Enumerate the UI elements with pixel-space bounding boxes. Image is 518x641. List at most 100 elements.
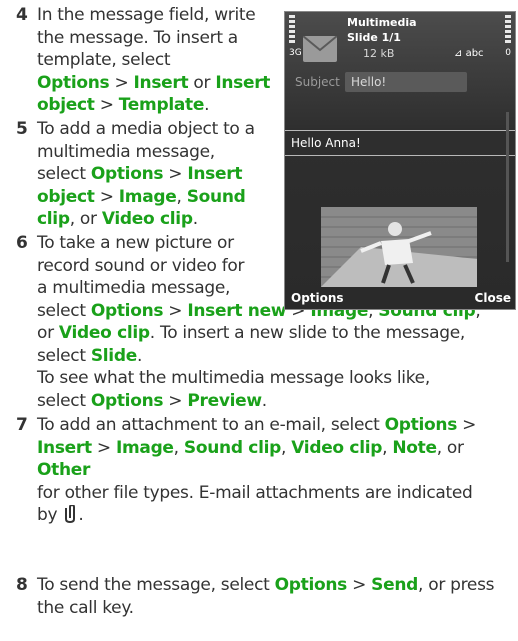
envelope-icon (302, 35, 338, 62)
step-number: 7 (16, 415, 28, 435)
step-4: 4 In the message field, write the message.… (16, 4, 276, 117)
text-line: Options > Insert or Insert (37, 72, 276, 95)
text-segment: or (37, 323, 59, 343)
text-line: for other file types. E-mail attachments… (37, 482, 516, 505)
menu-command: Options (384, 415, 458, 435)
text-segment: To take a new picture or (37, 233, 234, 253)
subject-value: Hello! (351, 75, 387, 89)
text-line: multimedia message, (37, 141, 276, 164)
text-segment: . (204, 95, 210, 115)
signal-strength-icon (289, 15, 295, 45)
input-mode-label: abc (465, 48, 484, 59)
text-segment: for other file types. E-mail attachments… (37, 482, 473, 503)
text-segment: To see what the multimedia message looks… (37, 368, 430, 388)
step-text: In the message field, write the message. … (37, 4, 276, 117)
text-segment: > (94, 95, 119, 115)
text-segment: . (261, 390, 267, 411)
step-text: To send the message, select Options > Se… (37, 574, 516, 619)
text-segment: . (136, 345, 143, 366)
text-line: object > Image, Sound (37, 186, 276, 209)
text-line: To add an attachment to an e-mail, selec… (37, 414, 516, 437)
menu-command: Options (90, 390, 164, 411)
subject-label: Subject (295, 75, 340, 89)
text-segment: multimedia message, (37, 141, 215, 162)
battery-level-value: 0 (505, 48, 511, 58)
text-segment: the message. To insert a (37, 27, 238, 48)
message-size: 12 kB (363, 47, 395, 60)
text-segment: select (37, 390, 91, 411)
menu-command: Insert new (187, 300, 287, 321)
text-segment: In the message field, write (37, 5, 256, 25)
text-segment: record sound or video for (37, 255, 245, 276)
menu-command: Template (118, 95, 205, 115)
text-segment: . To insert a new slide to the message, (149, 323, 465, 343)
menu-command: Insert (37, 437, 92, 458)
inserted-image[interactable] (321, 207, 477, 287)
text-line: To send the message, select Options > Se… (37, 574, 516, 597)
message-title: Multimedia (347, 16, 417, 29)
text-segment: , (173, 437, 184, 458)
input-mode-indicator: ⊿ abc (454, 48, 484, 59)
subject-row[interactable]: Subject Hello! (289, 71, 511, 95)
step-text: To add an attachment to an e-mail, selec… (37, 414, 516, 530)
menu-command: Insert (215, 72, 271, 93)
text-line: select Options > Insert (37, 163, 276, 186)
text-segment: , (176, 186, 187, 207)
text-segment: select (37, 345, 91, 366)
text-segment: > (457, 415, 477, 435)
text-line: or Video clip. To insert a new slide to … (37, 322, 516, 345)
text-segment: select (37, 300, 91, 321)
text-segment: , (281, 437, 292, 458)
text-line: In the message field, write (37, 4, 276, 27)
divider (285, 155, 515, 156)
step-number: 8 (16, 575, 28, 595)
menu-command: Video clip (291, 437, 383, 458)
text-line: To add a media object to a (37, 118, 276, 141)
text-segment: , or (436, 437, 464, 458)
text-segment: , (382, 437, 393, 458)
text-line: object > Template. (37, 94, 276, 117)
divider (285, 130, 515, 131)
menu-command: clip (37, 209, 70, 229)
text-segment: or (188, 72, 216, 93)
text-line: select Slide. (37, 345, 516, 368)
menu-command: Preview (187, 390, 262, 411)
menu-command: Send (371, 575, 419, 595)
step-number: 6 (16, 233, 28, 253)
menu-command: Insert (133, 72, 189, 93)
scrollbar[interactable] (506, 112, 509, 262)
text-segment: > (94, 186, 119, 207)
text-line: To see what the multimedia message looks… (37, 367, 516, 390)
text-segment: . (78, 505, 84, 525)
text-segment: > (109, 72, 134, 93)
text-segment: > (163, 300, 188, 321)
text-line: the call key. (37, 597, 516, 620)
menu-command: Sound clip (183, 437, 282, 458)
menu-command: Image (115, 437, 174, 458)
menu-command: object (37, 186, 95, 207)
step-5: 5 To add a media object to a multimedia me… (16, 118, 276, 231)
menu-command: Note (392, 437, 437, 458)
text-line: the message. To insert a (37, 27, 276, 50)
menu-command: Options (37, 72, 110, 93)
step-8: 8 To send the message, select Options > S… (16, 574, 516, 619)
menu-command: Video clip (101, 209, 193, 229)
menu-command: Options (90, 164, 164, 184)
text-segment: , or press (418, 575, 495, 595)
text-segment: select (37, 164, 91, 184)
menu-command: Image (118, 186, 177, 207)
phone-screenshot: Multimedia Slide 1/1 12 kB 3G ⊿ abc 0 Su… (284, 11, 516, 310)
step-7: 7 To add an attachment to an e-mail, sele… (16, 414, 516, 530)
text-segment: To add an attachment to an e-mail, selec… (37, 415, 385, 435)
text-segment: the call key. (37, 597, 134, 618)
text-segment: > (347, 575, 372, 595)
message-body[interactable]: Hello Anna! (291, 136, 361, 150)
text-segment: template, select (37, 50, 171, 70)
text-segment: > (91, 437, 116, 458)
options-softkey[interactable]: Options (291, 291, 344, 305)
step-number: 5 (16, 119, 28, 139)
step-number: 4 (16, 5, 28, 25)
close-softkey[interactable]: Close (475, 291, 511, 305)
text-segment: , or (69, 209, 102, 229)
text-segment: To add a media object to a (37, 119, 255, 139)
